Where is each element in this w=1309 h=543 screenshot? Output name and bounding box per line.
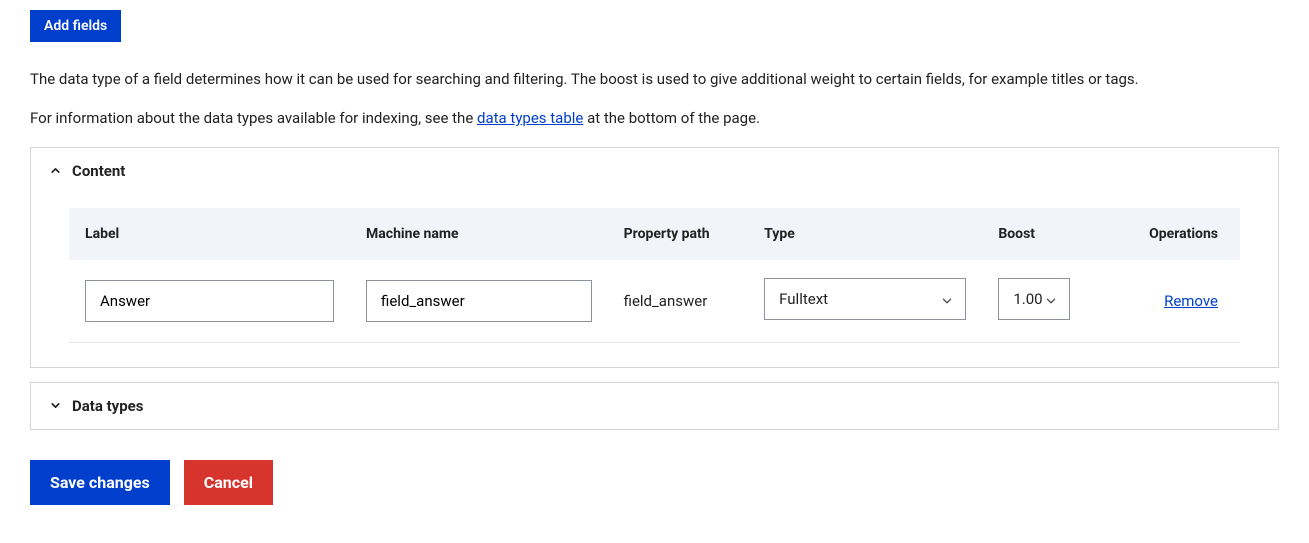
content-panel: Content Label Machine name Property path…	[30, 147, 1279, 368]
table-row: field_answer Fulltext 1.00	[69, 260, 1240, 343]
cancel-button[interactable]: Cancel	[184, 460, 273, 505]
data-types-table-link[interactable]: data types table	[477, 109, 583, 127]
boost-select[interactable]: 1.00	[998, 278, 1070, 320]
intro-line-2: For information about the data types ava…	[30, 107, 1279, 130]
type-select[interactable]: Fulltext	[764, 278, 966, 320]
add-fields-button[interactable]: Add fields	[30, 10, 121, 42]
fields-table: Label Machine name Property path Type Bo…	[69, 208, 1240, 343]
data-types-panel-title: Data types	[72, 397, 143, 415]
col-property-path: Property path	[608, 208, 749, 260]
col-operations: Operations	[1099, 208, 1240, 260]
intro-line-1: The data type of a field determines how …	[30, 68, 1279, 91]
form-actions: Save changes Cancel	[30, 460, 1279, 505]
label-input[interactable]	[85, 280, 334, 322]
data-types-panel: Data types	[30, 382, 1279, 430]
col-label: Label	[69, 208, 350, 260]
chevron-up-icon	[49, 164, 62, 177]
chevron-down-icon	[49, 399, 62, 412]
col-boost: Boost	[982, 208, 1099, 260]
data-types-panel-toggle[interactable]: Data types	[31, 383, 1278, 429]
content-panel-toggle[interactable]: Content	[31, 148, 1278, 194]
col-machine-name: Machine name	[350, 208, 608, 260]
machine-name-input[interactable]	[366, 280, 592, 322]
save-button[interactable]: Save changes	[30, 460, 170, 505]
col-type: Type	[748, 208, 982, 260]
property-path-value: field_answer	[608, 260, 749, 343]
content-panel-title: Content	[72, 162, 125, 180]
intro-text: The data type of a field determines how …	[30, 68, 1279, 131]
remove-link[interactable]: Remove	[1164, 292, 1218, 310]
